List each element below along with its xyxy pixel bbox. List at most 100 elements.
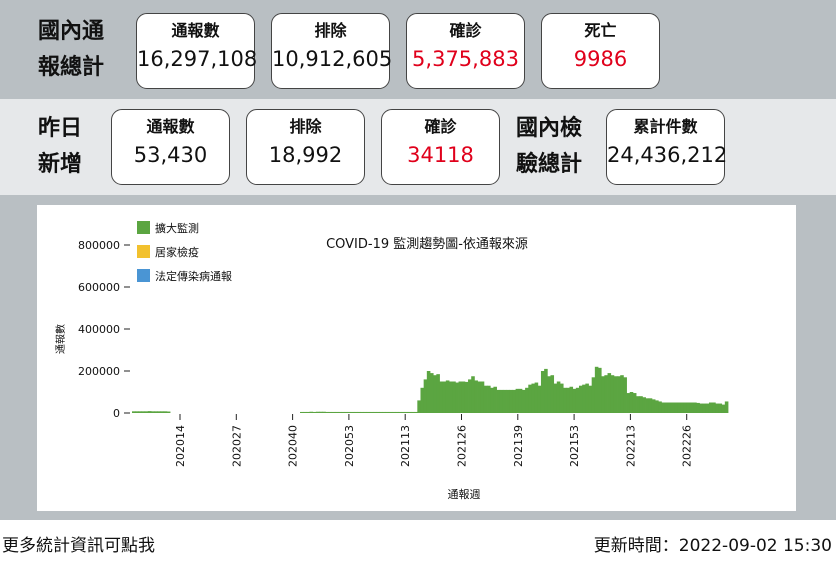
x-tick-label: 202213 bbox=[624, 425, 637, 467]
bar-segment bbox=[598, 367, 602, 413]
new-reports-card: 通報數 53,430 bbox=[111, 109, 230, 185]
bar-segment bbox=[160, 411, 165, 413]
x-tick-label: 202113 bbox=[399, 425, 412, 467]
card-title: 死亡 bbox=[584, 21, 617, 40]
x-tick-label: 202053 bbox=[343, 425, 356, 467]
card-value: 24,436,212 bbox=[607, 143, 728, 167]
bar-segment bbox=[398, 411, 402, 413]
bar-segment bbox=[604, 375, 608, 413]
bar-segment bbox=[487, 385, 491, 413]
bar-segment bbox=[445, 380, 450, 413]
bar-segment bbox=[353, 411, 358, 413]
bar-segment bbox=[712, 402, 716, 413]
more-stats-link[interactable]: 更多統計資訊可點我 bbox=[2, 531, 155, 556]
bar-segment bbox=[610, 375, 615, 413]
bar-segment bbox=[531, 383, 536, 413]
bar-segment bbox=[579, 385, 583, 413]
bar-segment bbox=[163, 411, 168, 413]
bar-segment bbox=[528, 384, 532, 413]
bar-segment bbox=[724, 401, 729, 413]
bar-segment bbox=[601, 376, 605, 413]
bar-segment bbox=[632, 393, 637, 413]
bar-segment bbox=[357, 411, 361, 413]
bar-segment bbox=[414, 411, 418, 413]
total-deaths-card: 死亡 9986 bbox=[541, 13, 660, 89]
bar-segment bbox=[483, 385, 488, 413]
card-value: 9986 bbox=[573, 47, 628, 71]
new-confirmed-card: 確診 34118 bbox=[381, 109, 500, 185]
card-value: 34118 bbox=[407, 143, 474, 167]
label-line: 新增 bbox=[38, 152, 83, 177]
bar-segment bbox=[166, 411, 171, 413]
bar-segment bbox=[667, 402, 672, 413]
bar-segment bbox=[629, 392, 634, 413]
bar-segment bbox=[521, 389, 526, 413]
bar-segment bbox=[312, 411, 317, 413]
new-excluded-card: 排除 18,992 bbox=[246, 109, 365, 185]
legend-label: 法定傳染病通報 bbox=[155, 269, 232, 283]
bar-segment bbox=[566, 387, 570, 413]
bar-segment bbox=[639, 396, 643, 413]
bar-segment bbox=[430, 373, 434, 413]
bar-segment bbox=[591, 377, 596, 413]
bar-segment bbox=[493, 386, 497, 413]
bar-segment bbox=[715, 403, 719, 413]
bar-segment bbox=[496, 389, 501, 413]
bar-segment bbox=[645, 398, 650, 413]
bar-segment bbox=[423, 379, 428, 413]
bar-segment bbox=[395, 411, 399, 413]
y-axis-label: 通報數 bbox=[54, 324, 67, 354]
bar-segment bbox=[588, 385, 593, 413]
bar-segment bbox=[334, 411, 339, 413]
total-excluded-card: 排除 10,912,605 bbox=[271, 13, 393, 89]
bar-segment bbox=[502, 389, 507, 413]
bar-segment bbox=[655, 400, 659, 413]
bar-segment bbox=[449, 381, 453, 413]
bar-segment bbox=[360, 411, 364, 413]
bar-segment bbox=[689, 402, 694, 413]
bar-segment bbox=[658, 401, 662, 413]
x-axis-label: 通報週 bbox=[448, 488, 481, 501]
bar-segment bbox=[433, 375, 437, 413]
x-tick-label: 202040 bbox=[287, 425, 300, 467]
bar-segment bbox=[623, 377, 627, 413]
bar-segment bbox=[617, 376, 621, 413]
bar-segment bbox=[515, 388, 520, 413]
bar-segment bbox=[306, 411, 310, 413]
bar-segment bbox=[401, 411, 406, 413]
bar-segment bbox=[404, 411, 409, 413]
bar-segment bbox=[452, 381, 456, 413]
bar-segment bbox=[417, 400, 421, 413]
bar-segment bbox=[322, 411, 326, 413]
plot-area bbox=[132, 366, 729, 413]
bar-segment bbox=[648, 398, 653, 413]
bar-segment bbox=[458, 381, 463, 413]
bar-segment bbox=[471, 376, 475, 413]
bar-segment bbox=[350, 411, 355, 413]
y-tick-label: 800000 bbox=[78, 239, 120, 252]
bar-segment bbox=[582, 384, 586, 413]
card-value: 10,912,605 bbox=[272, 47, 393, 71]
y-tick-label: 200000 bbox=[78, 365, 120, 378]
bar-segment bbox=[540, 371, 545, 413]
y-tick-label: 0 bbox=[113, 407, 120, 420]
bar-segment bbox=[151, 411, 155, 413]
bar-segment bbox=[674, 402, 678, 413]
x-tick-label: 202153 bbox=[568, 425, 581, 467]
bar-segment bbox=[385, 411, 390, 413]
card-title: 確診 bbox=[449, 21, 482, 40]
chart-title: COVID-19 監測趨勢圖-依通報來源 bbox=[326, 236, 528, 252]
bar-segment bbox=[474, 380, 478, 413]
x-tick-label: 202126 bbox=[456, 425, 469, 467]
bar-segment bbox=[534, 382, 539, 413]
bar-segment bbox=[144, 411, 149, 413]
bar-segment bbox=[442, 381, 447, 413]
label-line: 昨日 bbox=[38, 116, 83, 141]
bar-segment bbox=[708, 402, 713, 413]
bar-segment bbox=[683, 402, 688, 413]
bar-segment bbox=[670, 402, 675, 413]
bar-segment bbox=[575, 387, 580, 413]
bar-segment bbox=[651, 399, 656, 413]
yesterday-new-label: 昨日 新增 bbox=[38, 111, 82, 183]
bar-segment bbox=[347, 411, 352, 413]
